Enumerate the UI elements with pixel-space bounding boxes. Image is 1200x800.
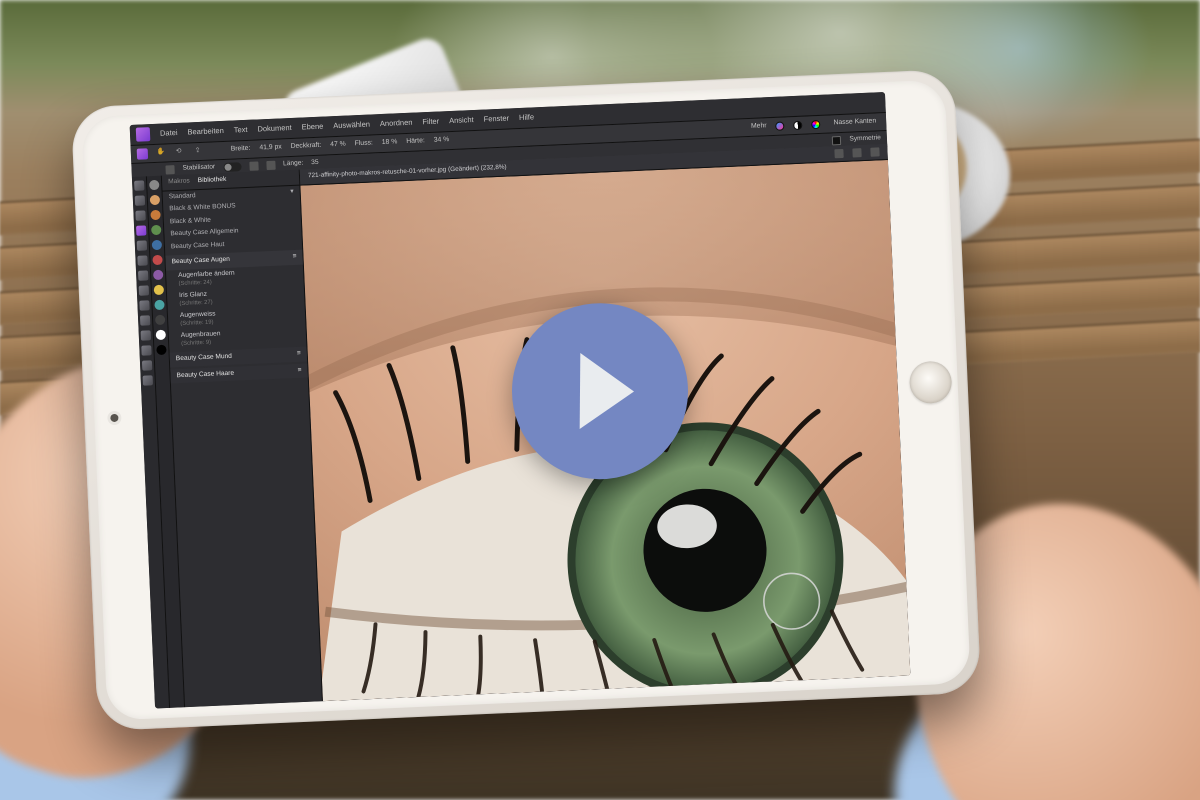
- zoom-tool-icon[interactable]: [142, 360, 152, 370]
- play-icon: [580, 353, 635, 429]
- clone-tool-icon[interactable]: [137, 240, 147, 250]
- swatch-icon[interactable]: [151, 225, 161, 235]
- length-label: Länge:: [283, 160, 304, 169]
- swatch-icon[interactable]: [154, 285, 164, 295]
- brush-tool-icon[interactable]: [136, 225, 146, 235]
- mode-icon-a[interactable]: [249, 161, 258, 170]
- heal-tool-icon[interactable]: [137, 255, 147, 265]
- menu-item[interactable]: Bearbeiten: [187, 126, 224, 137]
- mask-icon[interactable]: [832, 136, 841, 145]
- bw-swatch-icon[interactable]: [793, 121, 802, 130]
- erase-tool-icon[interactable]: [138, 270, 148, 280]
- text-tool-icon[interactable]: [140, 315, 150, 325]
- app-logo-icon: [136, 127, 151, 142]
- width-label: Breite:: [231, 145, 251, 155]
- swatch-icon[interactable]: [150, 210, 160, 220]
- menu-item[interactable]: Ebene: [301, 122, 323, 133]
- play-button[interactable]: [511, 302, 689, 480]
- colormode-icon[interactable]: [775, 121, 784, 130]
- snap-icon[interactable]: [834, 149, 843, 158]
- swatch-icon[interactable]: [152, 255, 162, 265]
- more-link[interactable]: Mehr: [751, 122, 767, 131]
- pen-tool-icon[interactable]: [141, 330, 151, 340]
- menu-item[interactable]: Ansicht: [449, 115, 474, 126]
- symmetry-label[interactable]: Symmetrie: [849, 134, 881, 144]
- flow-label: Fluss:: [355, 140, 374, 150]
- tab-bibliothek[interactable]: Bibliothek: [198, 176, 227, 186]
- swatch-icon[interactable]: [150, 195, 160, 205]
- flow-value[interactable]: 18 %: [382, 138, 398, 147]
- menu-item[interactable]: Text: [234, 125, 248, 135]
- stabilizer-label: Stabilisator: [182, 164, 215, 174]
- menu-item[interactable]: Dokument: [257, 123, 292, 134]
- hand-tool-icon[interactable]: [143, 375, 153, 385]
- menu-item[interactable]: Auswählen: [333, 120, 370, 131]
- sync-icon[interactable]: ⟲: [176, 147, 186, 157]
- swatch-icon[interactable]: [149, 180, 159, 190]
- wet-edges-toggle[interactable]: Nasse Kanten: [829, 117, 880, 128]
- guide-icon[interactable]: [870, 147, 879, 156]
- persona-icon[interactable]: [137, 148, 148, 159]
- color-wheel-icon[interactable]: [811, 120, 820, 129]
- menu-item[interactable]: Filter: [422, 117, 439, 127]
- swatch-icon[interactable]: [152, 240, 162, 250]
- hardness-value[interactable]: 34 %: [434, 136, 450, 145]
- hardness-label: Härte:: [406, 137, 425, 147]
- brush-preview-icon[interactable]: [165, 165, 174, 174]
- library-panel: Makros Bibliothek Standard▾ Black & Whit…: [162, 170, 323, 708]
- mode-icon-b[interactable]: [266, 161, 275, 170]
- menu-item[interactable]: Fenster: [483, 114, 509, 125]
- length-value[interactable]: 35: [311, 159, 319, 168]
- swatch-icon[interactable]: [154, 300, 164, 310]
- hand-icon[interactable]: ✋: [157, 148, 167, 158]
- menu-item[interactable]: Datei: [160, 128, 178, 139]
- crop-tool-icon[interactable]: [135, 210, 145, 220]
- fill-tool-icon[interactable]: [139, 285, 149, 295]
- grid-icon[interactable]: [852, 148, 861, 157]
- dodge-tool-icon[interactable]: [139, 300, 149, 310]
- swatch-icon[interactable]: [156, 330, 166, 340]
- swatch-icon[interactable]: [156, 345, 166, 355]
- menu-item[interactable]: Hilfe: [519, 113, 534, 123]
- opacity-value[interactable]: 47 %: [330, 141, 346, 150]
- opacity-label: Deckkraft:: [291, 142, 322, 152]
- share-icon[interactable]: ⇪: [195, 146, 205, 156]
- tab-makros[interactable]: Makros: [168, 177, 190, 186]
- move-tool-icon[interactable]: [134, 180, 144, 190]
- selection-tool-icon[interactable]: [135, 195, 145, 205]
- shape-tool-icon[interactable]: [141, 345, 151, 355]
- stabilizer-toggle[interactable]: [223, 162, 241, 172]
- swatch-icon[interactable]: [155, 315, 165, 325]
- menu-item[interactable]: Anordnen: [380, 118, 413, 129]
- swatch-icon[interactable]: [153, 270, 163, 280]
- width-value[interactable]: 41,9 px: [259, 143, 282, 153]
